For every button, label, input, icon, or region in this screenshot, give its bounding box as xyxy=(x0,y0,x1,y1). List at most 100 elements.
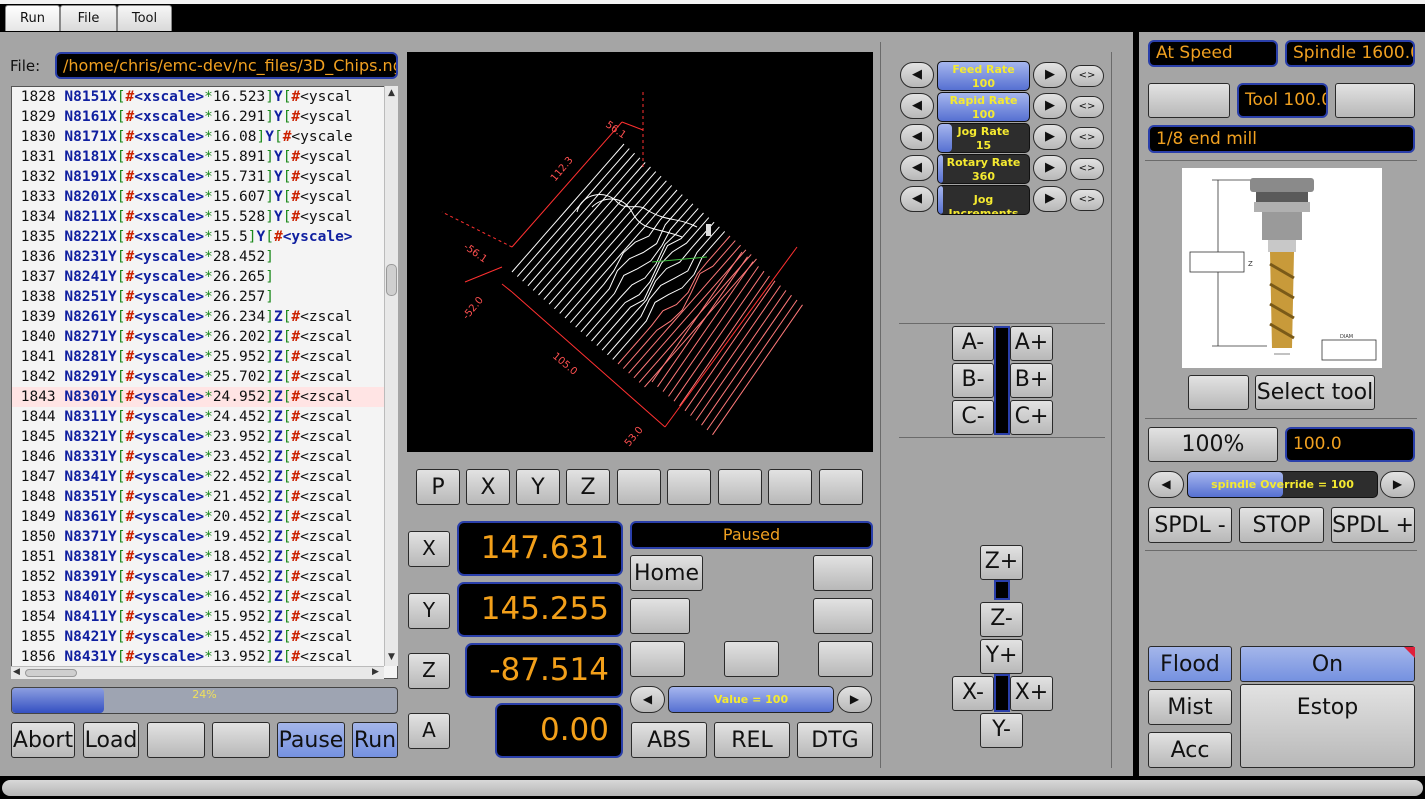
mist-coolant-button[interactable]: Mist xyxy=(1148,689,1232,725)
tab-run[interactable]: Run xyxy=(5,5,60,31)
home-button[interactable]: Home xyxy=(630,555,703,591)
code-line[interactable]: 1850 N8371Y[#<yscale>*19.452]Z[#<zscal xyxy=(12,527,384,547)
code-line[interactable]: 1828 N8151X[#<xscale>*16.523]Y[#<yscal xyxy=(12,87,384,107)
jog-increments-slider[interactable]: Jog Increments xyxy=(937,185,1030,215)
rel-button[interactable]: REL xyxy=(714,722,790,758)
code-line[interactable]: 1842 N8291Y[#<yscale>*25.702]Z[#<zscal xyxy=(12,367,384,387)
jog-b-minus-button[interactable]: B- xyxy=(952,363,994,398)
code-line[interactable]: 1847 N8341Y[#<yscale>*22.452]Z[#<zscal xyxy=(12,467,384,487)
code-horizontal-scrollbar[interactable]: ◀ ▶ xyxy=(11,666,384,679)
hscroll-thumb[interactable] xyxy=(25,669,77,677)
spindle-plus-button[interactable]: SPDL + xyxy=(1331,507,1415,543)
code-line[interactable]: 1840 N8271Y[#<yscale>*26.202]Z[#<zscal xyxy=(12,327,384,347)
jog-rate-increase-button[interactable]: ▶ xyxy=(1033,124,1067,150)
toolpath-preview[interactable]: 56.1 112.3 -56.1 -52.0 105.0 53.0 xyxy=(407,52,873,452)
tool-select-blank-button[interactable] xyxy=(1188,375,1249,410)
tab-file[interactable]: File xyxy=(60,5,117,31)
rotary-rate-menu-button[interactable]: <> xyxy=(1070,158,1104,180)
code-line[interactable]: 1856 N8431Y[#<yscale>*13.952]Z[#<zscal xyxy=(12,647,384,667)
jog-x-plus-button[interactable]: X+ xyxy=(1010,676,1053,711)
code-line[interactable]: 1829 N8161X[#<xscale>*16.291]Y[#<yscal xyxy=(12,107,384,127)
acc-button[interactable]: Acc xyxy=(1148,732,1232,768)
jog-z-plus-button[interactable]: Z+ xyxy=(980,545,1023,580)
code-line[interactable]: 1843 N8301Y[#<yscale>*24.952]Z[#<zscal xyxy=(12,387,384,407)
spindle-percent-button[interactable]: 100% xyxy=(1148,427,1278,462)
code-line[interactable]: 1836 N8231Y[#<yscale>*28.452] xyxy=(12,247,384,267)
jog-increments-menu-button[interactable]: <> xyxy=(1070,189,1104,211)
rotary-rate-increase-button[interactable]: ▶ xyxy=(1033,155,1067,181)
feed-rate-slider[interactable]: Feed Rate 100 xyxy=(937,61,1030,91)
gcode-listing[interactable]: 1828 N8151X[#<xscale>*16.523]Y[#<yscal 1… xyxy=(11,86,398,679)
jog-b-plus-button[interactable]: B+ xyxy=(1010,363,1053,398)
scroll-right-icon[interactable]: ▶ xyxy=(372,667,379,677)
select-tool-button[interactable]: Select tool xyxy=(1255,375,1375,410)
code-line[interactable]: 1839 N8261Y[#<yscale>*26.234]Z[#<zscal xyxy=(12,307,384,327)
tool-blank-button-2[interactable] xyxy=(1335,83,1415,118)
code-line[interactable]: 1851 N8381Y[#<yscale>*18.452]Z[#<zscal xyxy=(12,547,384,567)
rotary-rate-decrease-button[interactable]: ◀ xyxy=(900,155,934,181)
code-vertical-scrollbar[interactable]: ▲ ▼ xyxy=(384,86,398,666)
code-line[interactable]: 1835 N8221X[#<xscale>*15.5]Y[#<yscale> xyxy=(12,227,384,247)
jog-increments-increase-button[interactable]: ▶ xyxy=(1033,186,1067,212)
value-increase-button[interactable]: ▶ xyxy=(837,686,872,713)
machine-on-button[interactable]: On xyxy=(1240,646,1415,682)
spindle-override-increase[interactable]: ▶ xyxy=(1380,471,1415,498)
feed-rate-increase-button[interactable]: ▶ xyxy=(1033,62,1067,88)
jog-z-minus-button[interactable]: Z- xyxy=(980,602,1023,637)
pause-button[interactable]: Pause xyxy=(277,722,345,758)
code-line[interactable]: 1854 N8411Y[#<yscale>*15.952]Z[#<zscal xyxy=(12,607,384,627)
abort-button[interactable]: Abort xyxy=(11,722,75,758)
jog-y-plus-button[interactable]: Y+ xyxy=(980,639,1023,674)
rapid-rate-slider[interactable]: Rapid Rate 100 xyxy=(937,92,1030,122)
scroll-up-icon[interactable]: ▲ xyxy=(388,88,395,98)
code-line[interactable]: 1849 N8361Y[#<yscale>*20.452]Z[#<zscal xyxy=(12,507,384,527)
code-line[interactable]: 1846 N8331Y[#<yscale>*23.452]Z[#<zscal xyxy=(12,447,384,467)
jog-rate-slider[interactable]: Jog Rate 15 xyxy=(937,123,1030,153)
code-line[interactable]: 1848 N8351Y[#<yscale>*21.452]Z[#<zscal xyxy=(12,487,384,507)
dro-z-axis-button[interactable]: Z xyxy=(408,653,450,689)
blank-button-l3[interactable] xyxy=(630,641,685,677)
code-line[interactable]: 1838 N8251Y[#<yscale>*26.257] xyxy=(12,287,384,307)
axis-blank-button[interactable] xyxy=(768,469,812,505)
load-button[interactable]: Load xyxy=(83,722,139,758)
code-line[interactable]: 1844 N8311Y[#<yscale>*24.452]Z[#<zscal xyxy=(12,407,384,427)
blank-button-m3[interactable] xyxy=(724,641,779,677)
jog-y-minus-button[interactable]: Y- xyxy=(980,713,1023,748)
code-line[interactable]: 1855 N8421Y[#<yscale>*15.452]Z[#<zscal xyxy=(12,627,384,647)
blank-button-r1[interactable] xyxy=(813,555,873,591)
scroll-left-icon[interactable]: ◀ xyxy=(13,667,20,677)
jog-rate-menu-button[interactable]: <> xyxy=(1070,127,1104,149)
dtg-button[interactable]: DTG xyxy=(797,722,873,758)
code-line[interactable]: 1834 N8211X[#<xscale>*15.528]Y[#<yscal xyxy=(12,207,384,227)
rapid-rate-menu-button[interactable]: <> xyxy=(1070,96,1104,118)
tab-tool[interactable]: Tool xyxy=(117,5,172,31)
jog-a-plus-button[interactable]: A+ xyxy=(1010,326,1053,361)
code-line[interactable]: 1845 N8321Y[#<yscale>*23.952]Z[#<zscal xyxy=(12,427,384,447)
axis-z-button[interactable]: Z xyxy=(566,469,610,505)
code-line[interactable]: 1852 N8391Y[#<yscale>*17.452]Z[#<zscal xyxy=(12,567,384,587)
scroll-thumb[interactable] xyxy=(386,264,397,296)
blank-button-l2[interactable] xyxy=(630,598,690,634)
dro-a-axis-button[interactable]: A xyxy=(408,713,450,749)
spindle-minus-button[interactable]: SPDL - xyxy=(1148,507,1232,543)
feed-rate-decrease-button[interactable]: ◀ xyxy=(900,62,934,88)
jog-rate-decrease-button[interactable]: ◀ xyxy=(900,124,934,150)
estop-button[interactable]: Estop xyxy=(1240,684,1415,768)
axis-blank-button[interactable] xyxy=(819,469,863,505)
code-line[interactable]: 1830 N8171X[#<xscale>*16.08]Y[#<yscale xyxy=(12,127,384,147)
window-scrollbar[interactable] xyxy=(2,780,1423,796)
axis-p-button[interactable]: P xyxy=(416,469,460,505)
flood-coolant-button[interactable]: Flood xyxy=(1148,646,1232,682)
blank-button-2[interactable] xyxy=(212,722,270,758)
abs-button[interactable]: ABS xyxy=(631,722,707,758)
jog-x-minus-button[interactable]: X- xyxy=(952,676,994,711)
spindle-override-decrease[interactable]: ◀ xyxy=(1148,471,1184,498)
value-slider[interactable]: Value = 100 xyxy=(668,686,834,713)
axis-blank-button[interactable] xyxy=(718,469,762,505)
rotary-rate-slider[interactable]: Rotary Rate 360 xyxy=(937,154,1030,184)
jog-c-minus-button[interactable]: C- xyxy=(952,400,994,435)
tool-blank-button-1[interactable] xyxy=(1148,83,1230,118)
code-line[interactable]: 1853 N8401Y[#<yscale>*16.452]Z[#<zscal xyxy=(12,587,384,607)
code-line[interactable]: 1837 N8241Y[#<yscale>*26.265] xyxy=(12,267,384,287)
axis-x-button[interactable]: X xyxy=(466,469,510,505)
